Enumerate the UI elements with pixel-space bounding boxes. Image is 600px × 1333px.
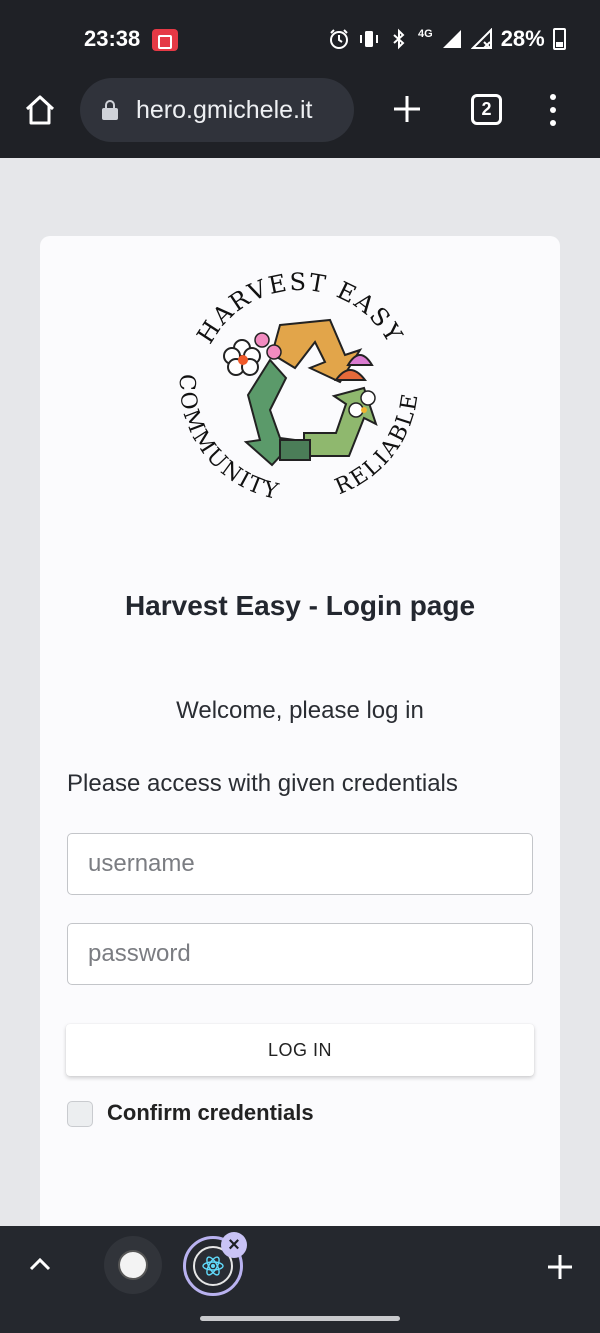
page-title: Harvest Easy - Login page	[124, 590, 476, 621]
site-favicon-icon	[118, 1250, 148, 1280]
harvest-easy-logo: HARVEST EASY COMMUNITY RELIABLE	[174, 270, 422, 505]
gesture-nav-bar	[0, 1308, 600, 1333]
confirm-credentials-label[interactable]: Confirm credentials	[107, 1100, 314, 1126]
tab-switcher-button[interactable]: 2	[471, 94, 502, 125]
plus-icon	[394, 96, 420, 122]
login-button[interactable]: LOG IN	[66, 1024, 534, 1076]
instruction-text: Please access with given credentials	[67, 770, 458, 797]
alarm-icon	[328, 28, 350, 50]
home-button[interactable]	[22, 92, 58, 128]
browser-toolbar: hero.gmichele.it 2	[0, 78, 600, 158]
address-bar[interactable]: hero.gmichele.it	[80, 78, 354, 142]
battery-percent: 28%	[500, 26, 545, 51]
more-menu-button[interactable]	[545, 94, 561, 126]
url-text: hero.gmichele.it	[136, 95, 313, 124]
status-bar: 23:38 4G 28%	[0, 0, 600, 78]
status-icons: 4G 28%	[328, 26, 566, 52]
login-card: HARVEST EASY COMMUNITY RELIABLE Harvest …	[40, 236, 560, 1226]
password-input[interactable]	[67, 923, 533, 985]
confirm-credentials-checkbox[interactable]	[67, 1101, 93, 1127]
tab-strip: ×	[0, 1226, 600, 1308]
lock-icon	[102, 100, 118, 120]
network-type: 4G	[418, 28, 433, 40]
web-content: HARVEST EASY COMMUNITY RELIABLE Harvest …	[0, 158, 600, 1226]
chevron-up-icon[interactable]	[28, 1256, 52, 1272]
welcome-text: Welcome, please log in	[176, 697, 424, 724]
battery-icon	[552, 28, 566, 50]
screen-record-icon	[152, 29, 178, 51]
username-input[interactable]	[67, 833, 533, 895]
vibrate-icon	[358, 28, 380, 50]
tab-thumbnail[interactable]	[104, 1236, 162, 1294]
gesture-handle[interactable]	[200, 1316, 400, 1321]
bluetooth-icon	[388, 28, 410, 50]
close-tab-button[interactable]: ×	[221, 1232, 247, 1258]
signal-no-service-icon	[470, 27, 493, 50]
status-time: 23:38	[84, 26, 141, 51]
signal-icon	[441, 28, 463, 50]
new-tab-button[interactable]	[390, 92, 424, 126]
plus-icon[interactable]	[546, 1253, 574, 1281]
home-icon	[25, 95, 55, 125]
